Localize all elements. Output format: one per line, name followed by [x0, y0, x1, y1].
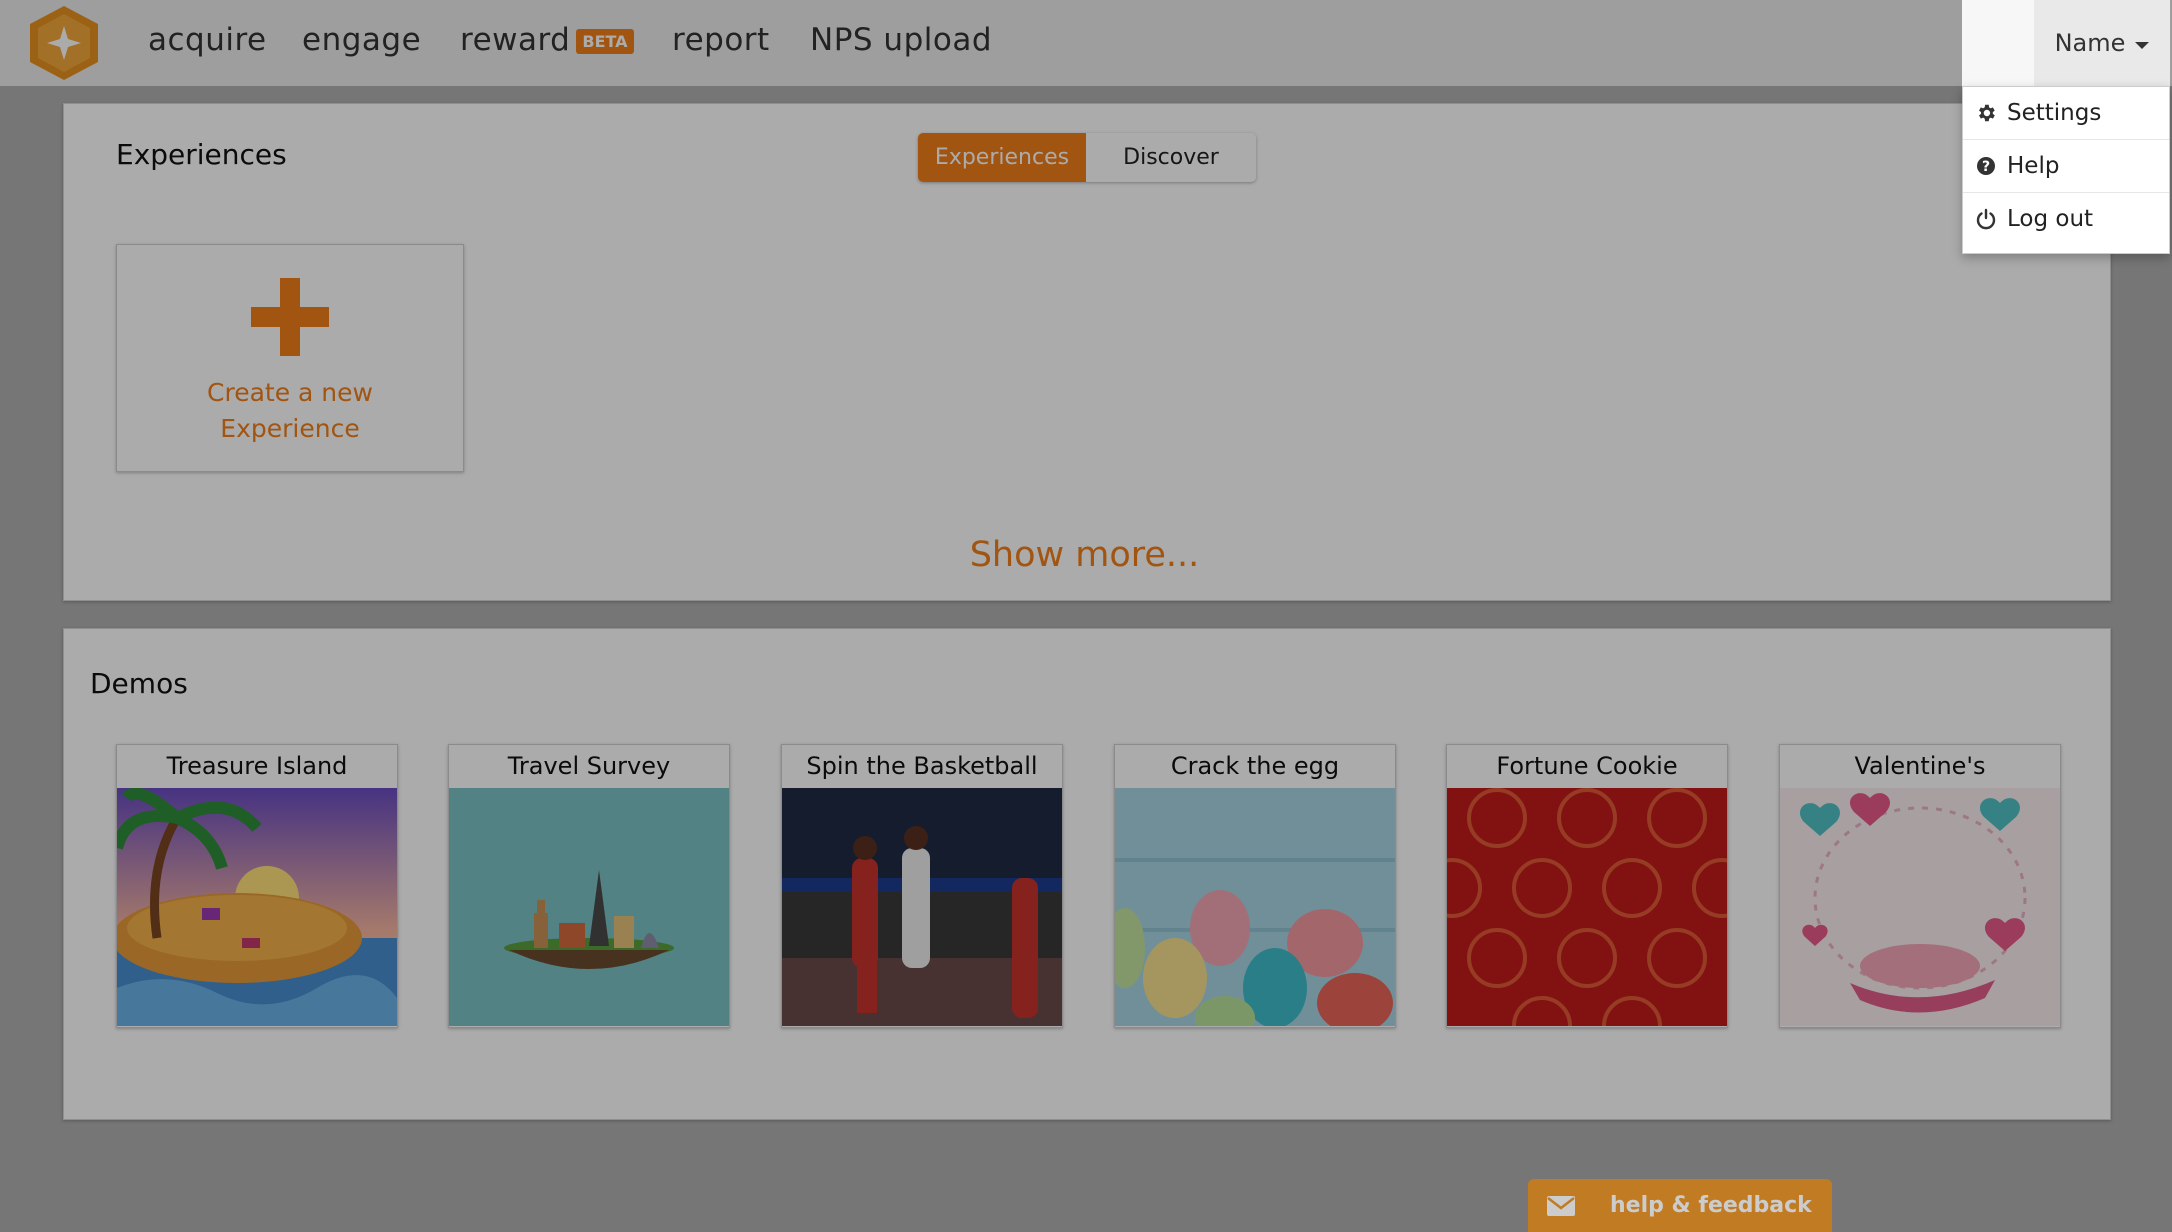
menu-item-settings[interactable]: Settings [1963, 87, 2169, 140]
menu-item-logout[interactable]: Log out [1963, 193, 2169, 245]
user-menu-label: Name [2054, 29, 2126, 57]
help-feedback-label: help & feedback [1610, 1193, 1812, 1218]
header-spacer [1962, 0, 2034, 86]
power-icon [1973, 206, 1999, 232]
gear-icon [1973, 100, 1999, 126]
question-circle-icon: ? [1973, 153, 1999, 179]
user-dropdown-menu: Settings ? Help Log out [1962, 86, 2170, 254]
caret-down-icon [2135, 41, 2150, 49]
help-feedback-tab[interactable]: help & feedback [1528, 1179, 1832, 1232]
menu-item-label: Settings [2007, 100, 2102, 126]
menu-item-help[interactable]: ? Help [1963, 140, 2169, 193]
svg-text:?: ? [1982, 159, 1990, 175]
menu-item-label: Help [2007, 153, 2060, 179]
modal-backdrop-overlay[interactable] [0, 0, 2172, 1232]
envelope-icon [1547, 1195, 1575, 1216]
user-menu-button[interactable]: Name [2034, 0, 2170, 86]
menu-item-label: Log out [2007, 206, 2094, 232]
